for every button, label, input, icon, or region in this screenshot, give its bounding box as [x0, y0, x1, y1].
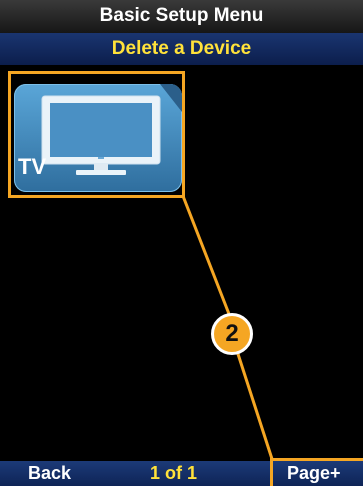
page-next-highlight-frame [270, 458, 363, 486]
page-indicator: 1 of 1 [150, 463, 198, 483]
back-button[interactable]: Back [28, 461, 71, 486]
tile-highlight-frame [8, 71, 185, 198]
page-title: Delete a Device [0, 33, 363, 65]
menu-title: Basic Setup Menu [0, 0, 363, 33]
step-number-badge: 2 [211, 313, 253, 355]
